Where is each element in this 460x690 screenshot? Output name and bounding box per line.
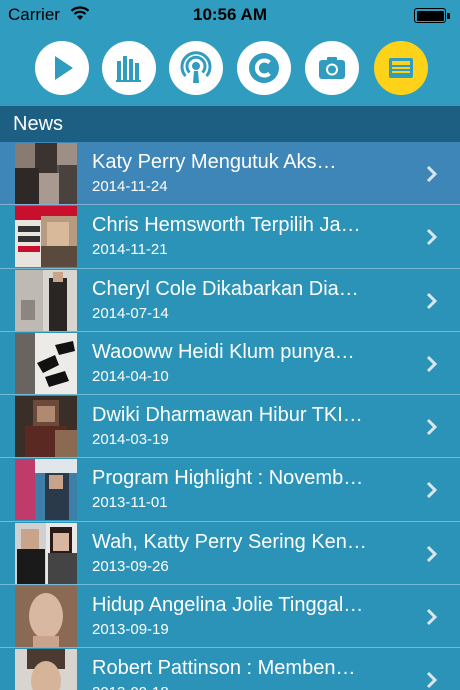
podcast-button[interactable] — [169, 41, 223, 95]
news-thumbnail — [15, 459, 77, 521]
news-row[interactable]: Cheryl Cole Dikabarkan Dia… 2014-07-14 — [0, 268, 460, 332]
play-icon — [55, 56, 73, 80]
news-row[interactable]: Dwiki Dharmawan Hibur TKI… 2014-03-19 — [0, 395, 460, 459]
news-thumbnail — [15, 269, 77, 331]
news-title: Program Highlight : Novemb… — [92, 467, 364, 490]
news-row[interactable]: Robert Pattinson : Memben… 2013-09-18 — [0, 648, 460, 690]
news-title: Waooww Heidi Klum punya… — [92, 340, 355, 363]
clock: 10:56 AM — [192, 5, 267, 24]
news-button[interactable] — [374, 41, 428, 95]
news-title: Hidup Angelina Jolie Tinggal… — [92, 594, 364, 617]
news-title: Katy Perry Mengutuk Aks… — [92, 151, 337, 173]
news-date: 2014-11-21 — [92, 241, 168, 259]
news-date: 2014-07-14 — [92, 304, 169, 322]
news-thumbnail — [15, 332, 77, 394]
chevron-right-icon — [426, 165, 438, 183]
chevron-right-icon — [426, 482, 438, 499]
news-thumbnail — [15, 586, 77, 648]
media-toolbar — [0, 30, 460, 106]
equalizer-icon — [116, 56, 141, 82]
news-date: 2014-03-19 — [92, 431, 169, 449]
news-thumbnail — [15, 649, 77, 690]
news-thumbnail — [15, 522, 77, 584]
news-date: 2014-04-10 — [92, 367, 169, 385]
news-thumbnail — [15, 396, 77, 458]
chevron-right-icon — [426, 229, 438, 246]
news-title: Dwiki Dharmawan Hibur TKI… — [92, 404, 363, 427]
news-row[interactable]: Hidup Angelina Jolie Tinggal… 2013-09-19 — [0, 585, 460, 649]
news-row[interactable]: Waooww Heidi Klum punya… 2014-04-10 — [0, 331, 460, 396]
news-title: Robert Pattinson : Memben… — [92, 657, 356, 680]
news-title: Cheryl Cole Dikabarkan Dia… — [92, 277, 359, 300]
news-row[interactable]: Wah, Katty Perry Sering Ken… 2013-09-26 — [0, 521, 460, 586]
news-icon — [389, 58, 413, 78]
chevron-right-icon — [426, 419, 438, 436]
news-thumbnail — [15, 143, 77, 204]
battery-icon — [414, 8, 450, 23]
status-bar: Carrier 10:56 AM — [0, 0, 460, 30]
news-date: 2013-09-18 — [92, 684, 169, 690]
news-row[interactable]: Katy Perry Mengutuk Aks… 2014-11-24 — [0, 142, 460, 206]
copyright-button[interactable] — [237, 41, 291, 95]
news-thumbnail — [15, 206, 77, 268]
news-row[interactable]: Chris Hemsworth Terpilih Ja… 2014-11-21 — [0, 205, 460, 269]
news-date: 2013-09-19 — [92, 621, 169, 639]
chevron-right-icon — [426, 609, 438, 626]
camera-button[interactable] — [305, 41, 359, 95]
news-row[interactable]: Program Highlight : Novemb… 2013-11-01 — [0, 458, 460, 522]
news-date: 2013-09-26 — [92, 557, 169, 575]
camera-icon — [319, 57, 345, 79]
podcast-icon — [180, 51, 212, 83]
section-header: News — [0, 106, 460, 142]
news-date: 2013-11-01 — [92, 494, 168, 512]
copyright-c-icon — [249, 53, 279, 83]
news-date: 2014-11-24 — [92, 178, 168, 195]
play-button[interactable] — [35, 41, 89, 95]
chevron-right-icon — [426, 292, 438, 309]
chevron-right-icon — [426, 355, 438, 372]
news-title: Chris Hemsworth Terpilih Ja… — [92, 214, 361, 237]
chevron-right-icon — [426, 545, 438, 562]
news-title: Wah, Katty Perry Sering Ken… — [92, 530, 367, 553]
chevron-right-icon — [426, 672, 438, 689]
news-list: Katy Perry Mengutuk Aks… 2014-11-24 Chri… — [0, 142, 460, 690]
equalizer-button[interactable] — [102, 41, 156, 95]
